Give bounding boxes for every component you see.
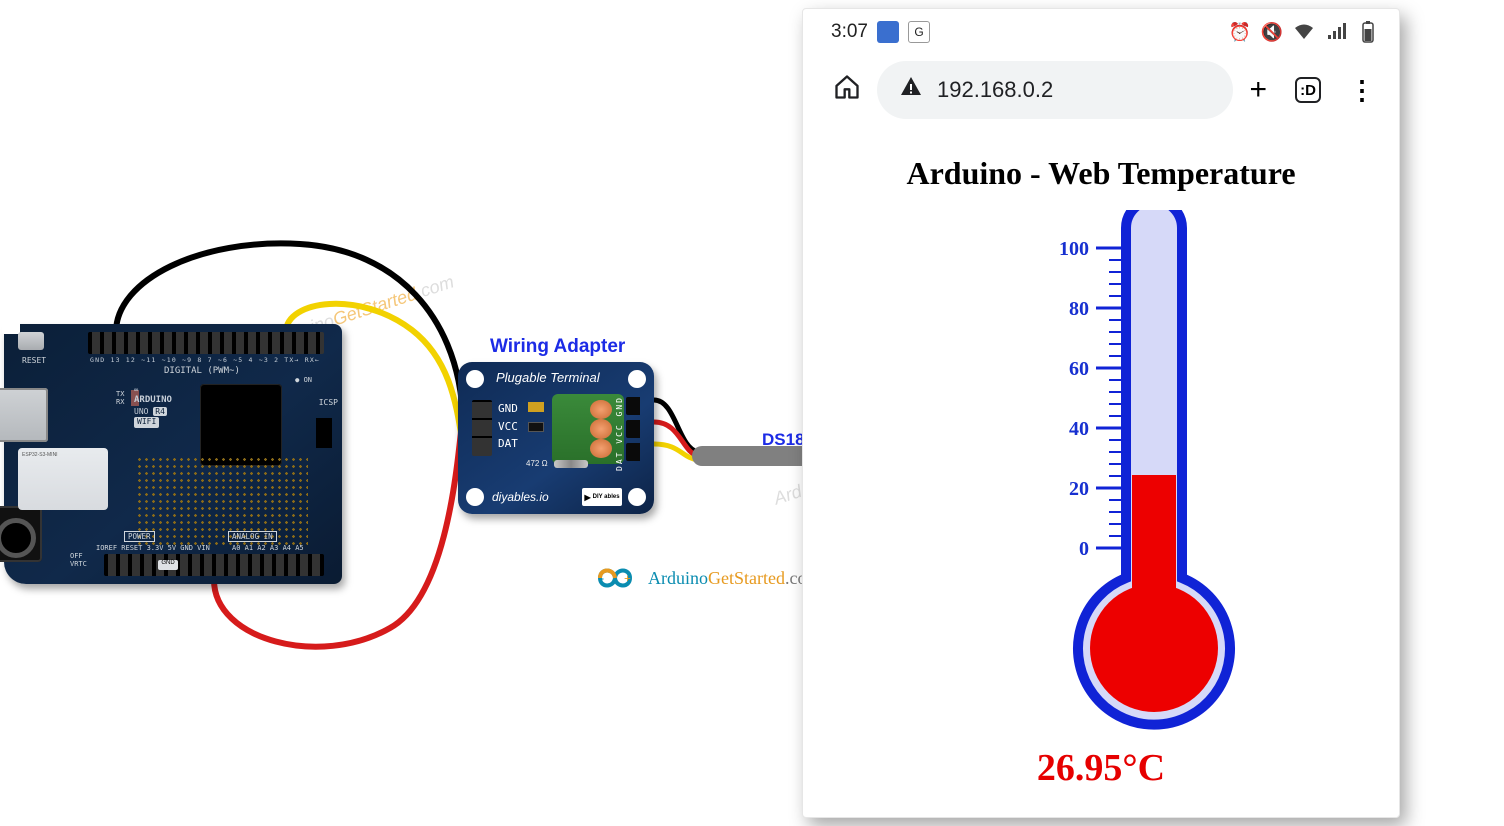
wiring-adapter-label: Wiring Adapter	[490, 336, 625, 358]
off-switch-label: OFFVRTC	[70, 552, 87, 568]
screw-terminal	[552, 394, 624, 464]
svg-text:100: 100	[1059, 238, 1089, 260]
arduino-uno-r4-board: RESET GND 13 12 ~11 ~10 ~9 8 7 ~6 ~5 4 ~…	[4, 324, 342, 584]
tabs-icon[interactable]: :D	[1295, 77, 1321, 103]
prototyping-area	[136, 456, 308, 546]
insecure-icon	[899, 75, 923, 105]
analog-section-label: ANALOG IN	[228, 531, 277, 542]
digital-pin-header	[88, 332, 324, 354]
alarm-icon: ⏰	[1229, 21, 1251, 43]
power-analog-pin-header	[104, 554, 324, 576]
icsp-label: ICSP	[319, 398, 338, 407]
menu-icon[interactable]: ⋮	[1349, 75, 1375, 106]
web-page-content: Arduino - Web Temperature	[803, 135, 1399, 800]
mcu-chip	[200, 384, 282, 466]
arduinogetstarted-logo: - + ArduinoGetStarted.com	[588, 562, 820, 594]
adapter-brand-badge: ▶DIY ables	[582, 488, 622, 506]
svg-text:80: 80	[1069, 298, 1089, 320]
icsp-header	[316, 418, 332, 448]
gnd-tag: GND	[158, 560, 178, 570]
android-status-bar: 3:07 G ⏰ 🔇	[803, 9, 1399, 47]
usb-c-port	[0, 388, 48, 442]
page-title: Arduino - Web Temperature	[821, 155, 1381, 192]
pullup-resistor	[554, 460, 588, 468]
url-text: 192.168.0.2	[937, 77, 1053, 103]
url-bar[interactable]: 192.168.0.2	[877, 61, 1233, 119]
signal-icon	[1325, 21, 1347, 43]
svg-text:+: +	[624, 571, 631, 585]
digital-section-label: DIGITAL (PWM~)	[164, 366, 240, 376]
reset-label: RESET	[22, 356, 46, 365]
adapter-pin-labels: GND VCC DAT	[498, 400, 518, 453]
wiring-adapter-module: Plugable Terminal GND VCC DAT DAT VCC GN…	[458, 362, 654, 514]
reset-button	[18, 332, 44, 350]
mute-icon: 🔇	[1261, 21, 1283, 43]
translate-icon: G	[908, 21, 930, 43]
smartphone-mockup: 3:07 G ⏰ 🔇 192.168.0.2	[802, 8, 1400, 818]
adapter-url: diyables.io	[492, 490, 549, 504]
esp32-wifi-module: ESP32-S3-MINI	[18, 448, 108, 510]
on-led-label: ● ON	[295, 376, 312, 384]
svg-text:-: -	[600, 571, 604, 585]
status-time: 3:07	[831, 21, 868, 43]
barrel-jack	[0, 506, 42, 562]
temperature-reading: 26.95°C	[821, 746, 1381, 790]
svg-text:20: 20	[1069, 478, 1089, 500]
svg-text:60: 60	[1069, 358, 1089, 380]
thermometer-graphic: 100 80 60 40 20 0	[941, 210, 1261, 740]
digital-pin-labels: GND 13 12 ~11 ~10 ~9 8 7 ~6 ~5 4 ~3 2 TX…	[90, 356, 320, 364]
power-pin-labels: IOREF RESET 3.3V 5V GND VIN	[96, 544, 210, 552]
terminal-labels: DAT VCC GND	[615, 396, 624, 471]
svg-text:0: 0	[1079, 538, 1089, 560]
wifi-icon	[1293, 21, 1315, 43]
adapter-title: Plugable Terminal	[496, 370, 600, 385]
home-icon[interactable]	[833, 73, 861, 108]
resistor-label: 472 Ω	[526, 459, 548, 468]
infinity-icon: - +	[588, 562, 642, 594]
app-notification-icon	[877, 21, 899, 43]
new-tab-icon[interactable]: +	[1249, 73, 1267, 107]
adapter-input-header	[472, 400, 492, 456]
battery-icon	[1357, 21, 1379, 43]
analog-pin-labels: A0 A1 A2 A3 A4 A5	[232, 544, 304, 552]
svg-text:40: 40	[1069, 418, 1089, 440]
board-branding: ∞ ARDUINO UNO R4 WIFI	[134, 386, 172, 428]
power-section-label: POWER	[124, 531, 155, 542]
browser-toolbar: 192.168.0.2 + :D ⋮	[803, 47, 1399, 135]
